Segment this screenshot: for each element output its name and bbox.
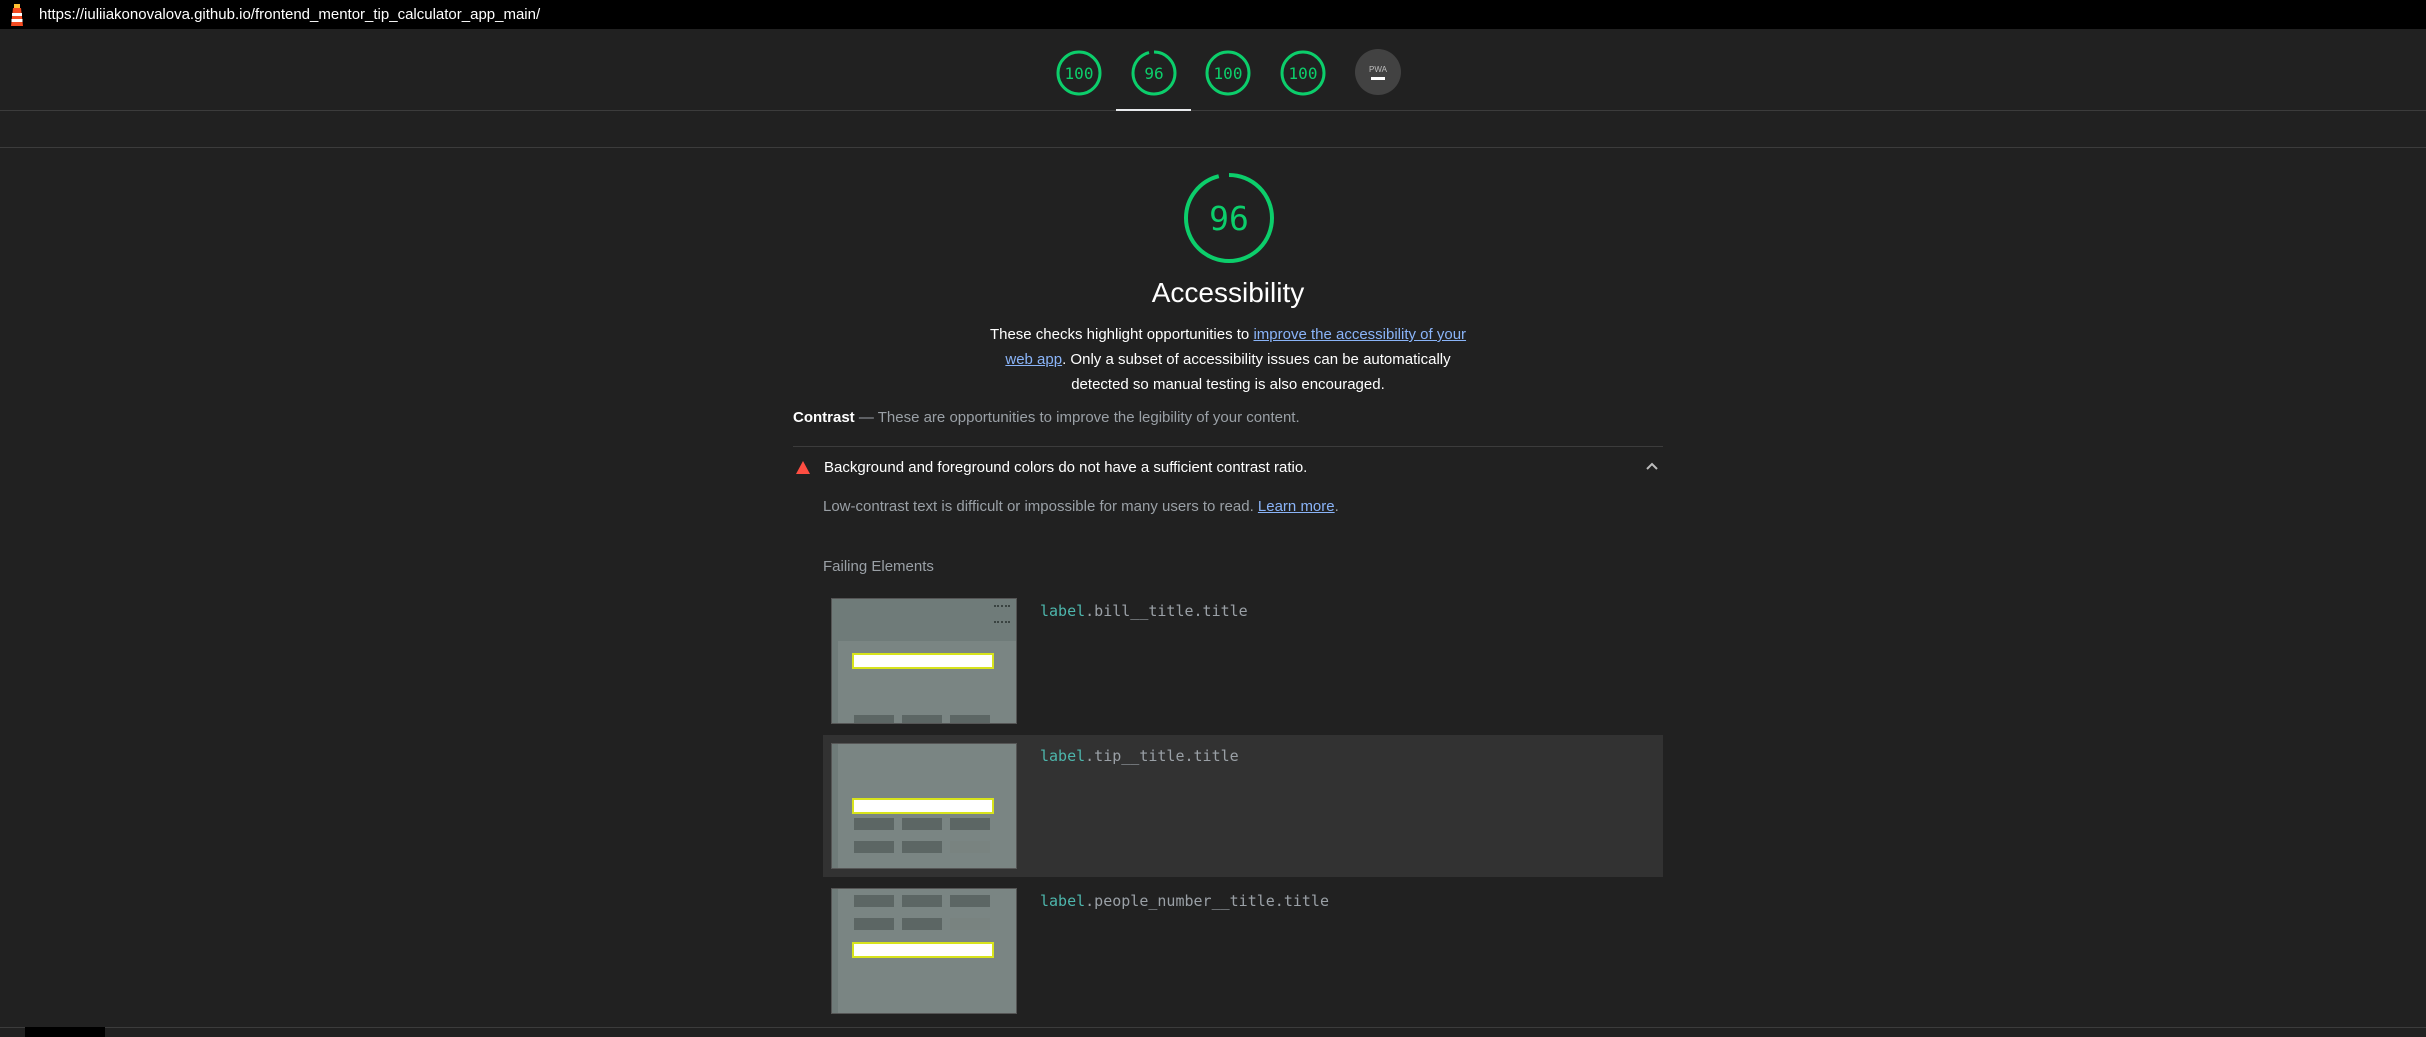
screenshot-button	[854, 918, 894, 930]
gauge-seo[interactable]: 100	[1279, 49, 1327, 97]
screenshot-button	[902, 818, 942, 830]
gauge-best-practices[interactable]: 100	[1204, 49, 1252, 97]
pwa-label: PWA	[1369, 64, 1387, 74]
selector-tag: label	[1040, 747, 1086, 765]
selector-rest: .bill__title.title	[1085, 602, 1248, 620]
group-description: — These are opportunities to improve the…	[854, 409, 1300, 426]
pwa-dash-icon	[1371, 76, 1385, 80]
highlight-box	[852, 942, 994, 958]
selector-tag: label	[1040, 892, 1086, 910]
learn-more-link[interactable]: Learn more	[1258, 498, 1335, 515]
element-screenshot	[831, 743, 1017, 869]
audit-description: Low-contrast text is difficult or imposs…	[823, 498, 1339, 515]
selector-rest: .tip__title.title	[1085, 747, 1239, 765]
screenshot-button	[902, 841, 942, 853]
screenshot-custom-input	[950, 918, 990, 930]
category-score: 96	[1209, 198, 1249, 238]
screenshot-button	[854, 818, 894, 830]
element-screenshot	[831, 598, 1017, 724]
screenshot-button	[950, 818, 990, 830]
fail-triangle-icon	[796, 460, 810, 474]
failing-element-row[interactable]: label.bill__title.title	[823, 590, 1663, 732]
audit-desc-end: .	[1334, 498, 1339, 515]
element-selector: label.tip__title.title	[1040, 747, 1239, 765]
audit-color-contrast[interactable]: Background and foreground colors do not …	[793, 447, 1663, 487]
divider	[0, 1027, 2426, 1028]
bottom-tab	[25, 1027, 105, 1037]
audit-title: Background and foreground colors do not …	[824, 458, 1308, 476]
screenshot-button	[854, 715, 894, 723]
gauge-score: 96	[1144, 63, 1164, 83]
score-gauges-row: 100 96 100 100 PWA	[0, 29, 2426, 111]
screenshot-button	[950, 895, 990, 907]
url-bar: https://iuliiakonovalova.github.io/front…	[0, 0, 2426, 29]
element-screenshot	[831, 888, 1017, 1014]
group-title: Contrast	[793, 409, 855, 426]
page-url: https://iuliiakonovalova.github.io/front…	[39, 6, 541, 23]
screenshot-button	[902, 918, 942, 930]
screenshot-detail	[994, 605, 1010, 623]
category-gauge: 96	[1183, 172, 1275, 264]
desc-text: These checks highlight opportunities to	[989, 326, 1254, 343]
screenshot-button	[854, 841, 894, 853]
chevron-up-icon[interactable]	[1645, 459, 1659, 473]
screenshot-custom-input	[950, 841, 990, 853]
category-description: These checks highlight opportunities to …	[983, 322, 1473, 397]
gauge-performance[interactable]: 100	[1055, 49, 1103, 97]
divider	[0, 147, 2426, 148]
element-selector: label.bill__title.title	[1040, 602, 1248, 620]
selector-tag: label	[1040, 602, 1086, 620]
gauge-accessibility[interactable]: 96	[1130, 49, 1178, 97]
screenshot-button	[902, 895, 942, 907]
selector-rest: .people_number__title.title	[1085, 892, 1329, 910]
screenshot-button	[950, 715, 990, 723]
active-gauge-underline	[1116, 109, 1191, 111]
gauge-pwa[interactable]: PWA	[1355, 49, 1401, 95]
screenshot-button	[854, 895, 894, 907]
highlight-box	[852, 798, 994, 814]
lighthouse-icon	[7, 3, 27, 26]
audit-desc-text: Low-contrast text is difficult or imposs…	[823, 498, 1258, 515]
failing-element-row[interactable]: label.people_number__title.title	[823, 880, 1663, 1022]
failing-elements-header: Failing Elements	[823, 558, 934, 575]
group-header: Contrast — These are opportunities to im…	[793, 409, 1663, 426]
category-title: Accessibility	[1151, 277, 1305, 308]
gauge-score: 100	[1288, 63, 1318, 83]
element-selector: label.people_number__title.title	[1040, 892, 1329, 910]
highlight-box	[852, 653, 994, 669]
failing-element-row[interactable]: label.tip__title.title	[823, 735, 1663, 877]
screenshot-button	[902, 715, 942, 723]
desc-text: . Only a subset of accessibility issues …	[1062, 351, 1451, 393]
gauge-score: 100	[1064, 63, 1094, 83]
gauge-score: 100	[1213, 63, 1243, 83]
